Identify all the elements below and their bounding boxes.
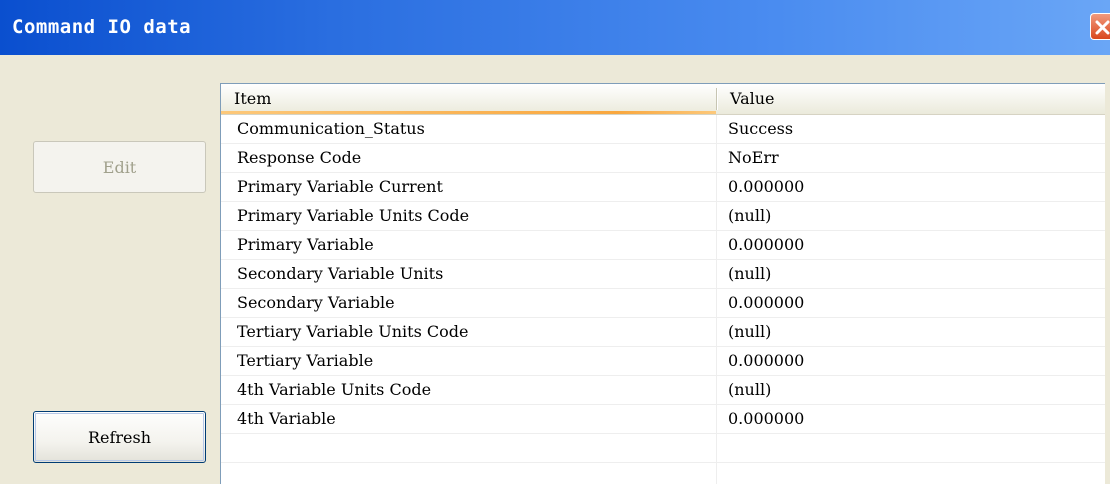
table-header: Item Value [221,84,1105,115]
dialog-window: Command IO data Edit Refresh Item Value … [0,0,1110,484]
row-item-cell: Secondary Variable [237,293,395,312]
table-row[interactable]: Primary Variable Units Code (null) [221,202,1105,231]
row-item-cell: Tertiary Variable Units Code [237,322,469,341]
title-bar[interactable]: Command IO data [0,0,1110,55]
row-value-cell: (null) [728,380,772,399]
data-table[interactable]: Item Value Communication_Status Success Re… [220,83,1105,484]
row-item-cell: 4th Variable [237,409,336,428]
column-header-item[interactable]: Item [221,84,717,114]
row-value-cell: (null) [728,322,772,341]
row-value-cell: 0.000000 [728,235,805,254]
table-row[interactable]: Tertiary Variable 0.000000 [221,347,1105,376]
row-value-cell: (null) [728,264,772,283]
table-row[interactable]: Primary Variable 0.000000 [221,231,1105,260]
table-row[interactable]: Secondary Variable 0.000000 [221,289,1105,318]
row-value-cell: 0.000000 [728,409,805,428]
row-value-cell: 0.000000 [728,351,805,370]
row-item-cell: Tertiary Variable [237,351,374,370]
edit-button[interactable]: Edit [33,141,206,193]
row-item-cell: Secondary Variable Units [237,264,444,283]
close-button[interactable] [1090,13,1110,40]
column-header-value[interactable]: Value [717,84,1105,114]
table-row[interactable]: Communication_Status Success [221,115,1105,144]
row-value-cell: 0.000000 [728,177,805,196]
row-item-cell: Primary Variable [237,235,374,254]
table-row[interactable]: Primary Variable Current 0.000000 [221,173,1105,202]
row-value-cell: NoErr [728,148,779,167]
row-item-cell: Primary Variable Current [237,177,443,196]
row-item-cell: Response Code [237,148,362,167]
row-item-cell: Communication_Status [237,119,425,138]
table-body: Communication_Status Success Response Code… [221,115,1105,484]
table-row[interactable]: Secondary Variable Units (null) [221,260,1105,289]
sort-indicator [221,111,716,114]
row-item-cell [221,463,717,484]
row-item-cell: 4th Variable Units Code [237,380,432,399]
row-value-cell: (null) [728,206,772,225]
row-value-cell [717,463,1105,484]
row-value-cell: Success [728,119,794,138]
table-row[interactable] [221,434,1105,463]
table-row[interactable]: 4th Variable 0.000000 [221,405,1105,434]
window-title: Command IO data [12,16,192,38]
table-row[interactable]: Response Code NoErr [221,144,1105,173]
table-row[interactable] [221,463,1105,484]
refresh-button[interactable]: Refresh [33,411,206,463]
row-item-cell: Primary Variable Units Code [237,206,470,225]
row-value-cell [717,434,1105,462]
table-row[interactable]: 4th Variable Units Code (null) [221,376,1105,405]
close-icon [1095,20,1110,35]
row-value-cell: 0.000000 [728,293,805,312]
row-item-cell [221,434,717,462]
table-row[interactable]: Tertiary Variable Units Code (null) [221,318,1105,347]
